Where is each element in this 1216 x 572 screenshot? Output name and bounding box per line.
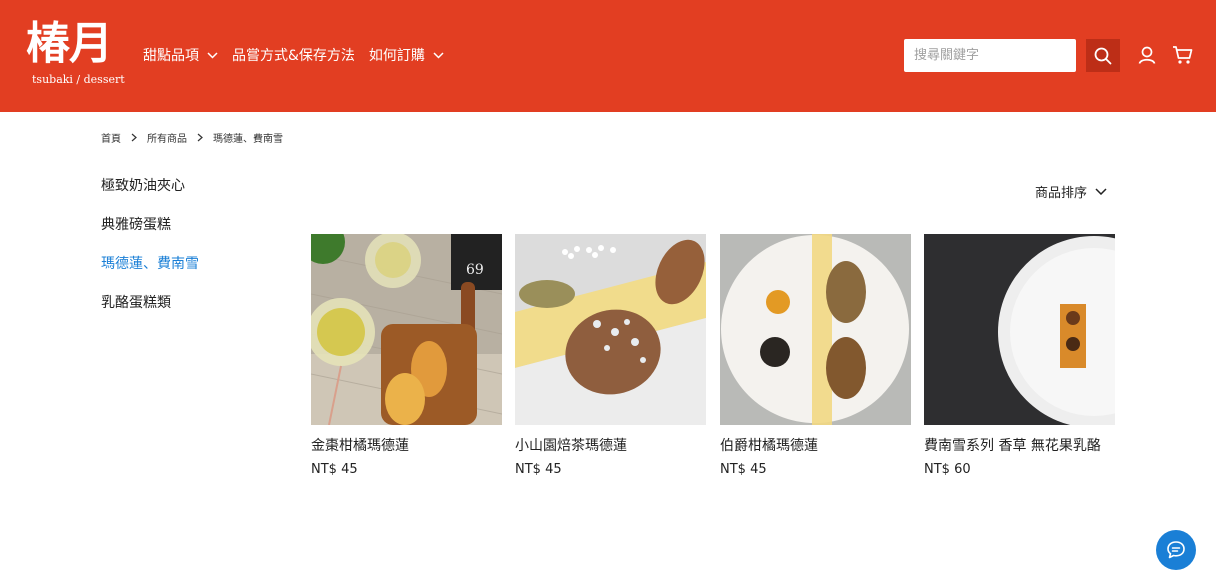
sidebar-item-madeleine-financier[interactable]: 瑪德蓮、費南雪: [101, 254, 281, 293]
product-card[interactable]: 69 金棗柑橘瑪德蓮 NT$ 45: [311, 234, 502, 479]
nav-item-label: 甜點品項: [143, 48, 199, 64]
chevron-right-icon: [197, 133, 203, 142]
chevron-down-icon: [1095, 188, 1107, 195]
cart-button[interactable]: [1170, 42, 1196, 68]
sort-label: 商品排序: [1035, 186, 1088, 201]
product-name[interactable]: 費南雪系列 香草 無花果乳酪: [924, 437, 1115, 455]
svg-text:69: 69: [466, 262, 484, 278]
product-name[interactable]: 金棗柑橘瑪德蓮: [311, 437, 502, 455]
product-grid: 69 金棗柑橘瑪德蓮 NT$ 45 小山園焙茶瑪德蓮 NT$ 45 伯爵柑橘瑪德…: [311, 234, 1116, 484]
product-card[interactable]: 小山園焙茶瑪德蓮 NT$ 45: [515, 234, 706, 479]
sidebar-item-cream-sandwich[interactable]: 極致奶油夾心: [101, 176, 281, 215]
product-card[interactable]: 伯爵柑橘瑪德蓮 NT$ 45: [720, 234, 911, 479]
product-price: NT$ 60: [924, 462, 971, 477]
product-image[interactable]: [720, 234, 911, 425]
search-button[interactable]: [1086, 39, 1120, 72]
sidebar-item-cheesecake[interactable]: 乳酪蛋糕類: [101, 293, 281, 332]
user-icon: [1138, 46, 1156, 64]
chevron-right-icon: [131, 133, 137, 142]
nav-item-tasting-storage[interactable]: 品嘗方式&保存方法: [232, 45, 355, 65]
product-price: NT$ 45: [311, 462, 358, 477]
main-nav: 甜點品項 品嘗方式&保存方法 如何訂購: [143, 44, 458, 66]
search-input[interactable]: [904, 39, 1076, 72]
sort-dropdown[interactable]: 商品排序: [1035, 182, 1107, 201]
sidebar-item-pound-cake[interactable]: 典雅磅蛋糕: [101, 215, 281, 254]
product-price: NT$ 45: [515, 462, 562, 477]
nav-item-label: 品嘗方式&保存方法: [232, 48, 355, 64]
product-image[interactable]: [924, 234, 1115, 425]
account-button[interactable]: [1134, 42, 1160, 68]
nav-item-label: 如何訂購: [368, 48, 425, 64]
chat-icon: [1167, 541, 1185, 559]
product-name[interactable]: 小山園焙茶瑪德蓮: [515, 437, 706, 455]
chat-button[interactable]: [1156, 530, 1196, 570]
site-header: 椿月 tsubaki / dessert 甜點品項 品嘗方式&保存方法 如何訂購: [0, 0, 1216, 112]
nav-item-how-to-order[interactable]: 如何訂購: [369, 45, 444, 65]
product-image[interactable]: [515, 234, 706, 425]
breadcrumb-all-products[interactable]: 所有商品: [147, 130, 187, 145]
breadcrumb-current[interactable]: 瑪德蓮、費南雪: [213, 130, 283, 145]
chevron-down-icon: [207, 51, 218, 59]
chevron-down-icon: [433, 51, 444, 59]
breadcrumb: 首頁 所有商品 瑪德蓮、費南雪: [101, 130, 283, 145]
product-name[interactable]: 伯爵柑橘瑪德蓮: [720, 437, 911, 455]
logo-subtitle: tsubaki / dessert: [32, 73, 125, 86]
search-icon: [1094, 47, 1112, 64]
product-card[interactable]: 費南雪系列 香草 無花果乳酪 NT$ 60: [924, 234, 1115, 479]
nav-item-desserts[interactable]: 甜點品項: [143, 45, 218, 65]
breadcrumb-home[interactable]: 首頁: [101, 130, 121, 145]
product-image[interactable]: 69: [311, 234, 502, 425]
brand-logo[interactable]: 椿月 tsubaki / dessert: [26, 18, 125, 90]
category-sidebar: 極致奶油夾心 典雅磅蛋糕 瑪德蓮、費南雪 乳酪蛋糕類: [101, 176, 281, 332]
product-price: NT$ 45: [720, 462, 767, 477]
cart-icon: [1173, 46, 1193, 64]
logo-text: 椿月: [26, 18, 113, 69]
